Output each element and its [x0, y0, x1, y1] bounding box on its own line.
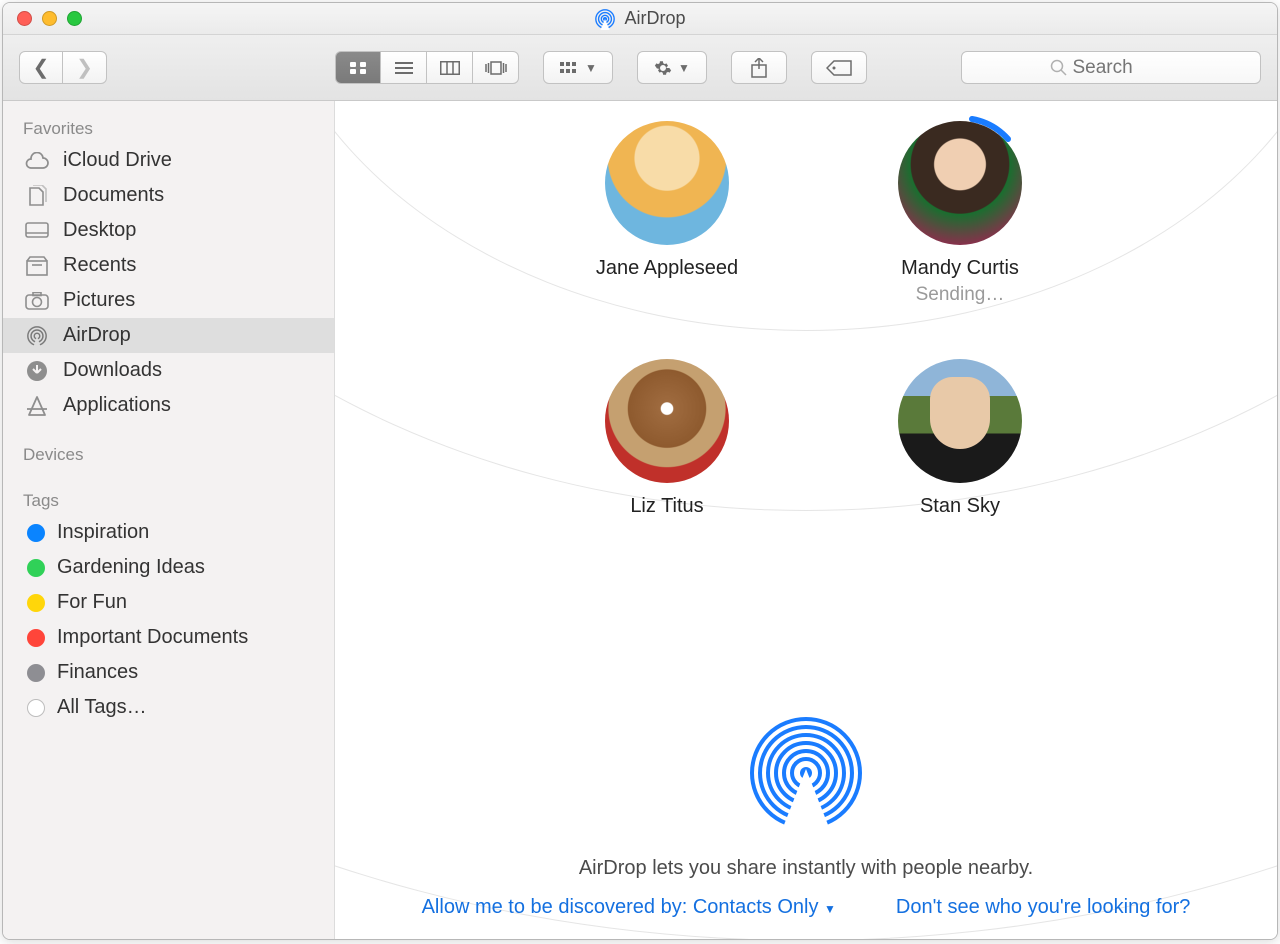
tag-color-dot: [27, 664, 45, 682]
airdrop-person[interactable]: Mandy Curtis Sending…: [860, 121, 1060, 306]
sidebar-tag-gardening[interactable]: Gardening Ideas: [3, 550, 334, 585]
sidebar-item-desktop[interactable]: Desktop: [3, 213, 334, 248]
icon-view-button[interactable]: [335, 51, 381, 84]
back-button[interactable]: ❮: [19, 51, 63, 84]
airdrop-description: AirDrop lets you share instantly with pe…: [335, 857, 1277, 880]
search-icon: [1050, 59, 1067, 76]
discover-value: Contacts Only: [693, 896, 819, 918]
person-name: Jane Appleseed: [567, 257, 767, 280]
applications-icon: [23, 395, 51, 417]
sidebar-item-applications[interactable]: Applications: [3, 388, 334, 423]
chevron-down-icon: ▼: [824, 902, 836, 916]
window-title: AirDrop: [624, 8, 685, 29]
sidebar-section-tags: Tags: [3, 483, 334, 515]
forward-button[interactable]: ❯: [63, 51, 107, 84]
sidebar-item-recents[interactable]: Recents: [3, 248, 334, 283]
tag-color-dot: [27, 629, 45, 647]
sidebar-item-documents[interactable]: Documents: [3, 178, 334, 213]
sidebar-item-label: Applications: [63, 394, 171, 417]
sidebar-tag-finances[interactable]: Finances: [3, 655, 334, 690]
titlebar: AirDrop: [3, 3, 1277, 35]
sidebar-section-favorites: Favorites: [3, 111, 334, 143]
pictures-icon: [23, 290, 51, 312]
sidebar-item-icloud-drive[interactable]: iCloud Drive: [3, 143, 334, 178]
finder-window: AirDrop ❮ ❯ ▼: [2, 2, 1278, 940]
cloud-icon: [23, 150, 51, 172]
sidebar-tag-for-fun[interactable]: For Fun: [3, 585, 334, 620]
airdrop-footer: AirDrop lets you share instantly with pe…: [335, 713, 1277, 919]
downloads-icon: [23, 360, 51, 382]
sidebar-item-label: Important Documents: [57, 626, 248, 649]
airdrop-person[interactable]: Liz Titus: [567, 359, 767, 518]
recents-icon: [23, 255, 51, 277]
discoverability-dropdown[interactable]: Allow me to be discovered by: Contacts O…: [422, 896, 836, 919]
discover-label: Allow me to be discovered by:: [422, 896, 688, 918]
sidebar-item-label: Finances: [57, 661, 138, 684]
zoom-window-button[interactable]: [67, 11, 82, 26]
sidebar-item-label: Inspiration: [57, 521, 149, 544]
sidebar-item-label: All Tags…: [57, 696, 147, 719]
sidebar-item-label: Documents: [63, 184, 164, 207]
person-status: Sending…: [860, 284, 1060, 306]
column-view-button[interactable]: [427, 51, 473, 84]
sidebar-item-downloads[interactable]: Downloads: [3, 353, 334, 388]
sidebar-item-label: AirDrop: [63, 324, 131, 347]
avatar: [898, 121, 1022, 245]
gallery-view-button[interactable]: [473, 51, 519, 84]
sidebar-section-devices: Devices: [3, 437, 334, 469]
tag-color-dot: [27, 594, 45, 612]
action-button[interactable]: ▼: [637, 51, 707, 84]
close-window-button[interactable]: [17, 11, 32, 26]
airdrop-icon: [594, 8, 616, 30]
sidebar-tag-important[interactable]: Important Documents: [3, 620, 334, 655]
sidebar-tag-all-tags[interactable]: All Tags…: [3, 690, 334, 725]
sidebar-item-label: iCloud Drive: [63, 149, 172, 172]
airdrop-icon: [23, 325, 51, 347]
sidebar-item-label: Recents: [63, 254, 136, 277]
person-name: Mandy Curtis: [860, 257, 1060, 280]
person-name: Liz Titus: [567, 495, 767, 518]
airdrop-person[interactable]: Stan Sky: [860, 359, 1060, 518]
search-input[interactable]: [1073, 57, 1173, 79]
sidebar-tag-inspiration[interactable]: Inspiration: [3, 515, 334, 550]
tag-color-dot: [27, 699, 45, 717]
avatar: [898, 359, 1022, 483]
arrange-button[interactable]: ▼: [543, 51, 613, 84]
sidebar-item-label: Pictures: [63, 289, 135, 312]
sidebar: Favorites iCloud Drive Documents Desktop…: [3, 101, 335, 939]
airdrop-content: Jane Appleseed Mandy Curtis Sending… Liz…: [335, 101, 1277, 939]
search-field[interactable]: [961, 51, 1261, 84]
list-view-button[interactable]: [381, 51, 427, 84]
desktop-icon: [23, 220, 51, 242]
avatar: [605, 359, 729, 483]
sidebar-item-pictures[interactable]: Pictures: [3, 283, 334, 318]
airdrop-logo-icon: [746, 713, 866, 833]
airdrop-person[interactable]: Jane Appleseed: [567, 121, 767, 280]
sidebar-item-airdrop[interactable]: AirDrop: [3, 318, 334, 353]
avatar: [605, 121, 729, 245]
sidebar-item-label: Gardening Ideas: [57, 556, 205, 579]
tag-color-dot: [27, 524, 45, 542]
documents-icon: [23, 185, 51, 207]
sidebar-item-label: For Fun: [57, 591, 127, 614]
sidebar-item-label: Desktop: [63, 219, 136, 242]
share-button[interactable]: [731, 51, 787, 84]
toolbar: ❮ ❯ ▼ ▼: [3, 35, 1277, 101]
minimize-window-button[interactable]: [42, 11, 57, 26]
tag-color-dot: [27, 559, 45, 577]
edit-tags-button[interactable]: [811, 51, 867, 84]
help-link[interactable]: Don't see who you're looking for?: [896, 896, 1190, 919]
sidebar-item-label: Downloads: [63, 359, 162, 382]
person-name: Stan Sky: [860, 495, 1060, 518]
